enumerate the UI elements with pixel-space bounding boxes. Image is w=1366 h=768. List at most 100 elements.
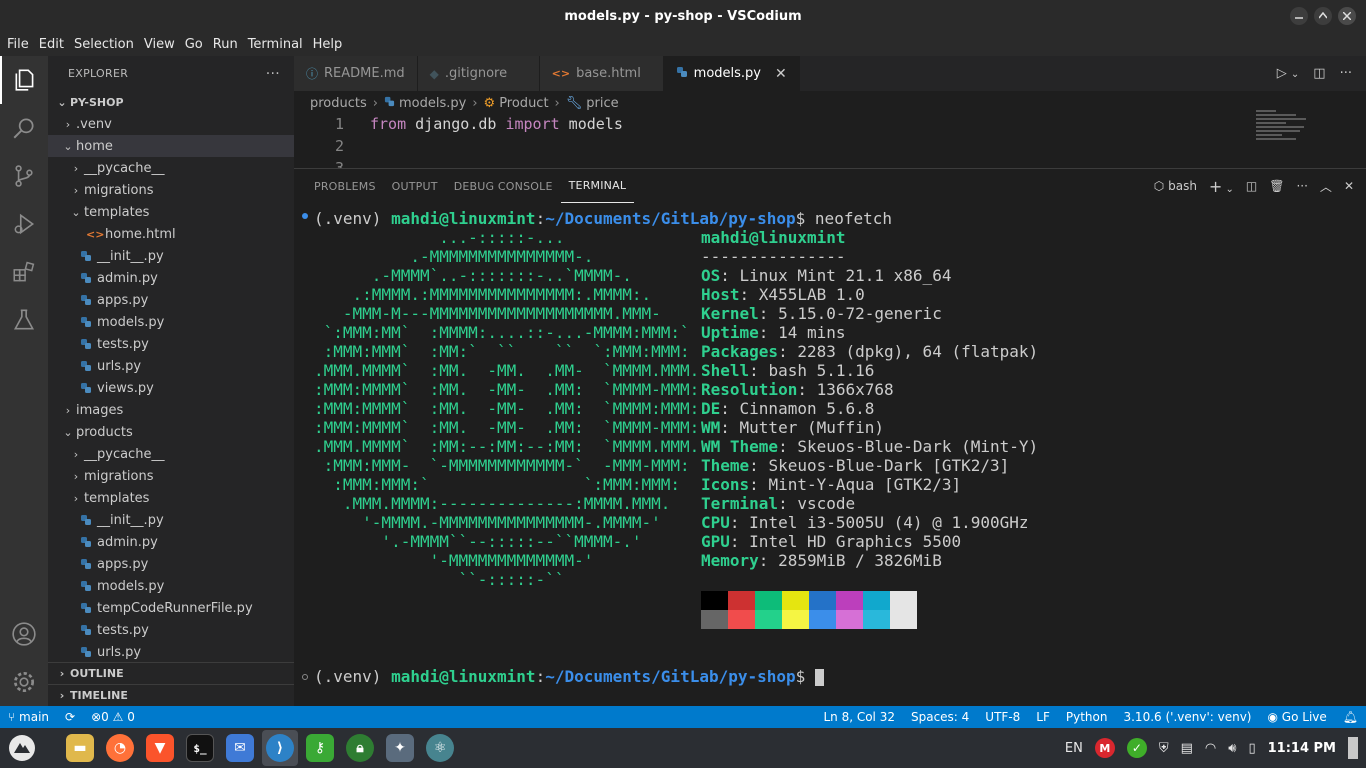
menu-terminal[interactable]: Terminal	[243, 37, 308, 52]
source-control-activity[interactable]	[0, 152, 48, 200]
terminal-app[interactable]: $_	[182, 730, 218, 766]
tree-file[interactable]: apps.py	[48, 553, 294, 575]
screenshot-app[interactable]: ✦	[382, 730, 418, 766]
tab-base-html[interactable]: <> base.html	[539, 56, 664, 91]
keys-app[interactable]: ⚷	[302, 730, 338, 766]
tree-file[interactable]: tempCodeRunnerFile.py	[48, 597, 294, 619]
run-debug-activity[interactable]	[0, 200, 48, 248]
tree-file[interactable]: urls.py	[48, 641, 294, 663]
update-ok-icon[interactable]: ✓	[1126, 738, 1147, 758]
mint-menu-button[interactable]	[4, 730, 40, 766]
tree-file[interactable]: tests.py	[48, 333, 294, 355]
show-desktop-button[interactable]	[1348, 737, 1358, 759]
terminal-output[interactable]: (.venv) mahdi@linuxmint:~/Documents/GitL…	[294, 205, 1366, 705]
tree-file[interactable]: __init__.py	[48, 509, 294, 531]
shield-icon[interactable]: ⛨	[1159, 741, 1169, 756]
tab-readme[interactable]: ⓘ README.md	[294, 56, 418, 91]
close-window-button[interactable]	[1338, 7, 1356, 25]
more-actions-icon[interactable]: ···	[1296, 179, 1307, 193]
breadcrumb-field[interactable]: price	[586, 96, 618, 111]
explorer-more-button[interactable]: ···	[266, 66, 280, 82]
tree-file[interactable]: admin.py	[48, 267, 294, 289]
menu-help[interactable]: Help	[308, 37, 348, 52]
terminal-shell-selector[interactable]: ⬡ bash	[1154, 179, 1197, 193]
tree-file[interactable]: tests.py	[48, 619, 294, 641]
tree-folder[interactable]: › images	[48, 399, 294, 421]
tree-file[interactable]: __init__.py	[48, 245, 294, 267]
menu-run[interactable]: Run	[208, 37, 243, 52]
testing-activity[interactable]	[0, 296, 48, 344]
cursor-position[interactable]: Ln 8, Col 32	[815, 710, 903, 724]
tree-folder[interactable]: › templates	[48, 487, 294, 509]
wifi-icon[interactable]: ◠	[1205, 741, 1216, 756]
tree-folder[interactable]: › __pycache__	[48, 157, 294, 179]
electron-app[interactable]: ⚛	[422, 730, 458, 766]
mega-icon[interactable]: M	[1094, 738, 1115, 758]
workspace-root[interactable]: ⌄ PY-SHOP	[48, 91, 294, 113]
tab-debug-console[interactable]: DEBUG CONSOLE	[446, 169, 561, 203]
encoding[interactable]: UTF-8	[977, 710, 1028, 724]
volume-icon[interactable]: 🔊︎	[1228, 741, 1236, 756]
tree-file[interactable]: models.py	[48, 311, 294, 333]
mail-app[interactable]: ✉	[222, 730, 258, 766]
accounts-activity[interactable]	[0, 610, 48, 658]
tree-folder[interactable]: › migrations	[48, 179, 294, 201]
new-terminal-icon[interactable]: + ⌄	[1209, 177, 1234, 196]
vpn-app[interactable]: 🔒︎	[342, 730, 378, 766]
run-icon[interactable]: ▷ ⌄	[1277, 66, 1300, 81]
maximize-panel-icon[interactable]: ︿	[1320, 178, 1332, 195]
branch-indicator[interactable]: ⑂ main	[0, 710, 57, 724]
tree-file[interactable]: views.py	[48, 377, 294, 399]
outline-section[interactable]: › OUTLINE	[48, 662, 294, 684]
tree-file[interactable]: <> home.html	[48, 223, 294, 245]
files-app[interactable]: ▬	[62, 730, 98, 766]
trash-icon[interactable]: 🗑︎	[1269, 179, 1284, 193]
tree-folder[interactable]: ⌄ home	[48, 135, 294, 157]
minimize-button[interactable]	[1290, 7, 1308, 25]
battery-icon[interactable]: ▯	[1248, 741, 1255, 756]
tab-problems[interactable]: PROBLEMS	[306, 169, 384, 203]
end-of-line[interactable]: LF	[1028, 710, 1058, 724]
menu-file[interactable]: File	[2, 37, 34, 52]
breadcrumb-folder[interactable]: products	[310, 96, 367, 111]
menu-view[interactable]: View	[139, 37, 180, 52]
code-editor[interactable]: 1 from django.db import models 2 3	[294, 113, 1366, 168]
close-panel-icon[interactable]: ✕	[1344, 179, 1354, 193]
tab-output[interactable]: OUTPUT	[384, 169, 446, 203]
python-interpreter[interactable]: 3.10.6 ('.venv': venv)	[1115, 710, 1259, 724]
tree-file[interactable]: admin.py	[48, 531, 294, 553]
tab-terminal[interactable]: TERMINAL	[560, 169, 635, 203]
firefox-app[interactable]: ◔	[102, 730, 138, 766]
tree-folder[interactable]: › .venv	[48, 113, 294, 135]
extensions-activity[interactable]	[0, 248, 48, 296]
brave-app[interactable]: ▼	[142, 730, 178, 766]
timeline-section[interactable]: › TIMELINE	[48, 684, 294, 706]
explorer-activity[interactable]	[0, 56, 48, 104]
tab-models-py[interactable]: models.py ✕	[663, 56, 800, 91]
tree-file[interactable]: models.py	[48, 575, 294, 597]
tree-file[interactable]: urls.py	[48, 355, 294, 377]
clock[interactable]: 11:14 PM	[1268, 741, 1336, 756]
tab-gitignore[interactable]: ◆ .gitignore	[417, 56, 540, 91]
clipboard-icon[interactable]: ▤	[1181, 741, 1193, 756]
manage-activity[interactable]	[0, 658, 48, 706]
menu-selection[interactable]: Selection	[69, 37, 139, 52]
tree-folder[interactable]: ⌄ products	[48, 421, 294, 443]
tree-folder[interactable]: › migrations	[48, 465, 294, 487]
language-mode[interactable]: Python	[1058, 710, 1116, 724]
vscodium-app[interactable]: ⟩	[262, 730, 298, 766]
tree-file[interactable]: apps.py	[48, 289, 294, 311]
keyboard-layout[interactable]: EN	[1065, 741, 1083, 756]
maximize-button[interactable]	[1314, 7, 1332, 25]
problems-indicator[interactable]: ⊗0 ⚠ 0	[83, 710, 143, 724]
go-live-button[interactable]: ◉ Go Live	[1259, 710, 1334, 724]
tree-folder[interactable]: › __pycache__	[48, 443, 294, 465]
split-terminal-icon[interactable]: ◫	[1246, 179, 1257, 193]
breadcrumb-class[interactable]: Product	[499, 96, 548, 111]
breadcrumb-file[interactable]: models.py	[399, 96, 466, 111]
search-activity[interactable]	[0, 104, 48, 152]
split-editor-icon[interactable]: ◫	[1313, 66, 1325, 81]
menu-edit[interactable]: Edit	[34, 37, 69, 52]
sync-icon[interactable]: ⟳	[57, 710, 83, 724]
indentation[interactable]: Spaces: 4	[903, 710, 977, 724]
